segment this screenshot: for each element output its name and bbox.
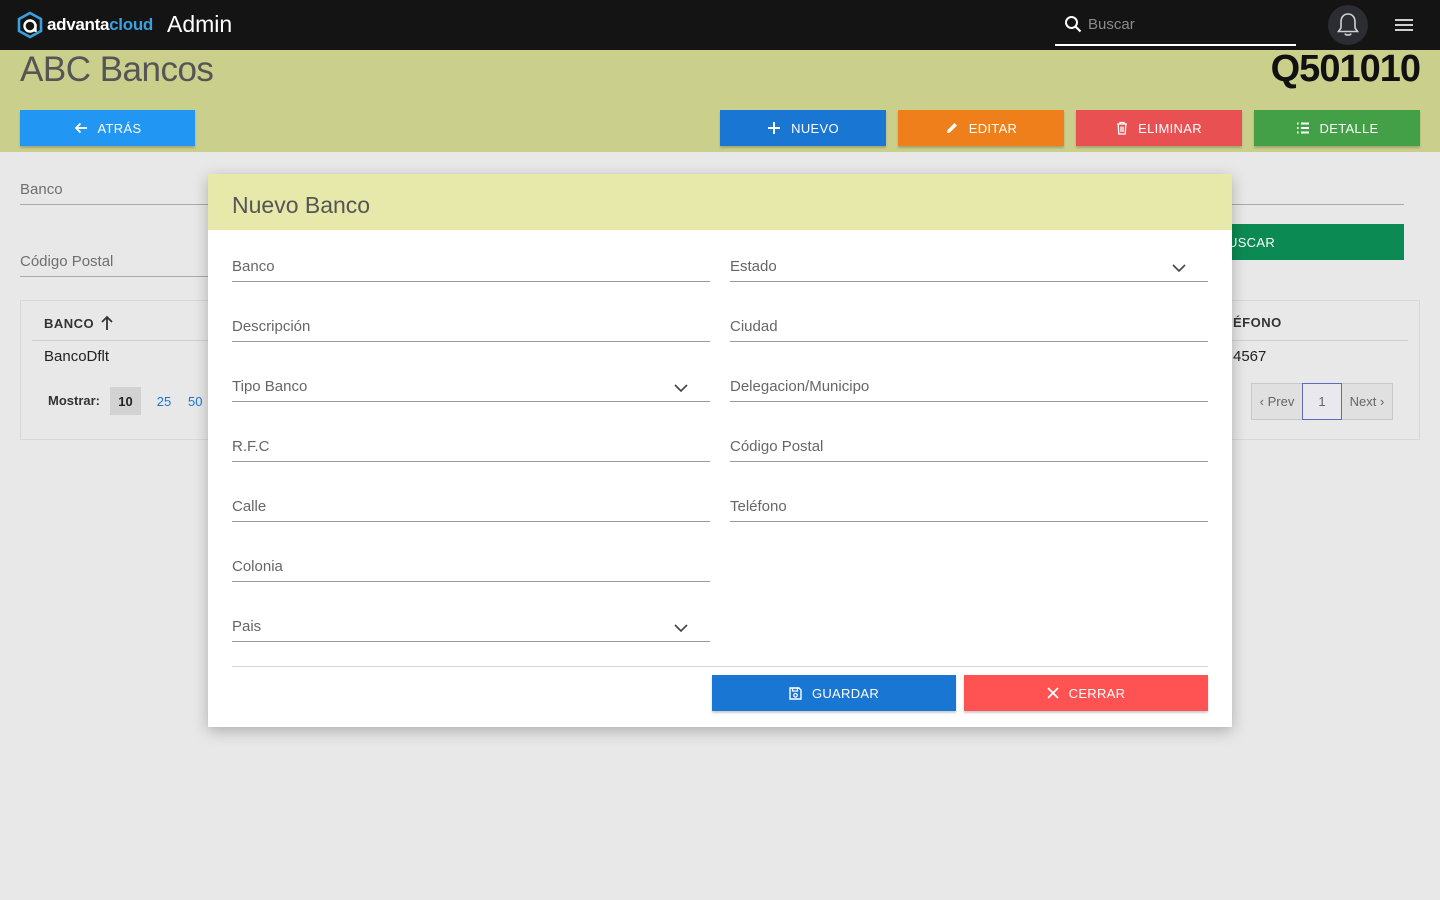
colonia-field-label: Colonia: [232, 558, 283, 575]
detail-button[interactable]: DETALLE: [1254, 110, 1420, 146]
column-header-banco-label: BANCO: [44, 315, 95, 331]
page-size-label: Mostrar:: [48, 393, 101, 408]
banco-field[interactable]: Banco: [232, 252, 710, 282]
save-button-label: GUARDAR: [811, 685, 880, 701]
search-icon: [1065, 16, 1082, 33]
banco-field-label: Banco: [232, 258, 275, 275]
logo-mark-icon: [17, 11, 43, 39]
modal-header: Nuevo Banco: [208, 174, 1232, 230]
delete-button-label: ELIMINAR: [1138, 120, 1202, 136]
tipo-banco-select[interactable]: Tipo Banco: [232, 372, 710, 402]
delete-button[interactable]: ELIMINAR: [1076, 110, 1242, 146]
telefono-field-label: Teléfono: [730, 498, 787, 515]
close-icon: [1047, 687, 1059, 699]
tipo-banco-select-label: Tipo Banco: [232, 378, 308, 395]
ciudad-field[interactable]: Ciudad: [730, 312, 1208, 342]
page-size-25[interactable]: 25: [150, 387, 178, 415]
modal-title: Nuevo Banco: [232, 192, 371, 218]
new-button[interactable]: NUEVO: [720, 110, 886, 146]
search-button-label: USCAR: [1228, 234, 1276, 250]
save-button[interactable]: GUARDAR: [712, 675, 956, 711]
column-header-telefono[interactable]: ÉFONO: [1233, 315, 1282, 330]
descripcion-field[interactable]: Descripción: [232, 312, 710, 342]
app-title: Admin: [167, 11, 233, 37]
page-size-50[interactable]: 50: [188, 387, 210, 415]
logo-text: advantacloud: [47, 15, 153, 35]
logo[interactable]: advantacloud: [16, 11, 153, 39]
back-button[interactable]: ATRÁS: [20, 110, 195, 146]
search-button[interactable]: USCAR: [1228, 224, 1404, 260]
filter-cp-field[interactable]: Código Postal: [20, 253, 210, 277]
page-title: ABC Bancos: [20, 50, 214, 89]
filter-cp-label: Código Postal: [20, 253, 114, 270]
pagination-page-1[interactable]: 1: [1302, 383, 1342, 420]
pencil-icon: [946, 123, 957, 133]
sort-arrow-up-icon: [101, 315, 113, 330]
column-header-banco[interactable]: BANCO: [44, 315, 114, 331]
calle-field[interactable]: Calle: [232, 492, 710, 522]
pagination: ‹ Prev 1 Next ›: [1251, 383, 1393, 420]
pagination-next[interactable]: Next ›: [1342, 384, 1392, 419]
arrow-left-icon: [74, 122, 87, 134]
filter-right-field[interactable]: [1230, 181, 1404, 205]
list-icon: [1296, 122, 1309, 134]
delegacion-field[interactable]: Delegacion/Municipo: [730, 372, 1208, 402]
back-button-label: ATRÁS: [97, 120, 142, 136]
table-cell-banco: BancoDflt: [44, 348, 110, 365]
page-code: Q501010: [1270, 48, 1421, 90]
colonia-field[interactable]: Colonia: [232, 552, 710, 582]
search-input[interactable]: [1088, 15, 1288, 33]
ciudad-field-label: Ciudad: [730, 318, 778, 335]
filter-banco-field[interactable]: Banco: [20, 181, 210, 205]
chevron-down-icon: [674, 624, 688, 632]
search-box[interactable]: [1055, 4, 1296, 46]
close-button-label: CERRAR: [1068, 685, 1126, 701]
edit-button[interactable]: EDITAR: [898, 110, 1064, 146]
floppy-disk-icon: [789, 686, 802, 700]
new-button-label: NUEVO: [791, 120, 839, 136]
descripcion-field-label: Descripción: [232, 318, 311, 335]
modal-footer-divider: [232, 666, 1208, 667]
rfc-field-label: R.F.C: [232, 438, 270, 455]
page-size-10[interactable]: 10: [110, 387, 141, 415]
hamburger-menu-icon[interactable]: [1393, 16, 1415, 34]
delegacion-field-label: Delegacion/Municipo: [730, 378, 870, 395]
calle-field-label: Calle: [232, 498, 267, 515]
plus-icon: [768, 122, 781, 134]
top-bar: advantacloud Admin: [0, 0, 1440, 50]
detail-button-label: DETALLE: [1319, 120, 1379, 136]
estado-select-label: Estado: [730, 258, 777, 275]
table-cell-telefono: 4567: [1233, 348, 1267, 365]
filter-banco-label: Banco: [20, 181, 63, 198]
codigo-postal-field-label: Código Postal: [730, 438, 824, 455]
logo-text-advanta: advanta: [47, 15, 110, 34]
logo-text-cloud: cloud: [109, 15, 153, 34]
chevron-down-icon: [1172, 264, 1186, 272]
notifications-button[interactable]: [1328, 5, 1368, 45]
pais-select-label: Pais: [232, 618, 262, 635]
close-button[interactable]: CERRAR: [964, 675, 1208, 711]
bell-icon: [1336, 13, 1360, 36]
pais-select[interactable]: Pais: [232, 612, 710, 642]
telefono-field[interactable]: Teléfono: [730, 492, 1208, 522]
edit-button-label: EDITAR: [968, 120, 1018, 136]
trash-icon: [1117, 121, 1128, 135]
chevron-down-icon: [674, 384, 688, 392]
estado-select[interactable]: Estado: [730, 252, 1208, 282]
pagination-prev[interactable]: ‹ Prev: [1252, 384, 1302, 419]
new-bank-modal: Nuevo Banco Banco Descripción Tipo Banco…: [208, 174, 1232, 727]
rfc-field[interactable]: R.F.C: [232, 432, 710, 462]
codigo-postal-field[interactable]: Código Postal: [730, 432, 1208, 462]
